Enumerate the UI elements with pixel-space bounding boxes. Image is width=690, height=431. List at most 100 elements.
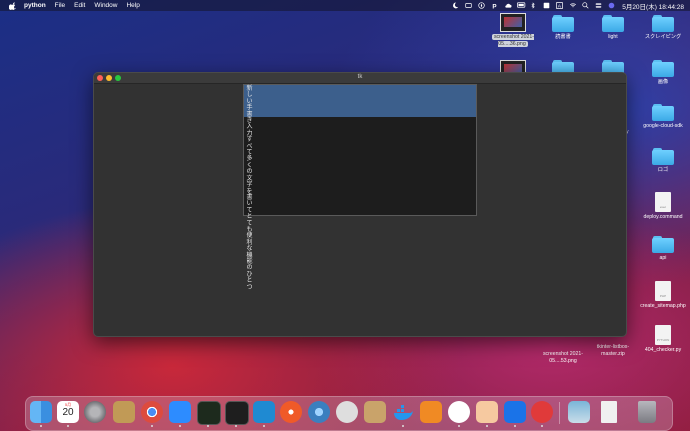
menu-window[interactable]: Window bbox=[94, 2, 117, 9]
desktop-icon-label: light bbox=[608, 34, 618, 40]
dock-separator bbox=[559, 402, 560, 424]
chrome-icon[interactable] bbox=[141, 401, 163, 423]
menu-bar: python File Edit Window Help P A 5月20日(木… bbox=[0, 0, 690, 11]
folder-icon bbox=[602, 15, 624, 32]
desktop-icon-label: api bbox=[659, 255, 667, 261]
listbox-vertical-text: 新しい手書き入力すべて多くの文字を書いてとても便利な機能のひとつ bbox=[246, 86, 253, 291]
desktop-icon-label: screenshot 2021-05....53.png bbox=[542, 351, 584, 364]
git-client-icon[interactable] bbox=[448, 401, 470, 423]
desktop-icon-label: tkinter-listbox-master.zip bbox=[596, 344, 630, 357]
desktop-icon-folder-dokusho[interactable]: 読書書 bbox=[536, 15, 590, 41]
desktop-icon-screenshot-1[interactable]: screenshot 2021-05....36.png bbox=[486, 13, 540, 48]
running-indicator bbox=[486, 425, 488, 427]
image-thumbnail bbox=[500, 13, 526, 32]
vscode-icon[interactable] bbox=[253, 401, 275, 423]
siri-icon[interactable] bbox=[608, 2, 615, 9]
keyboard-icon[interactable] bbox=[543, 2, 550, 9]
desktop-icon-label: 404_checker.py bbox=[644, 347, 682, 353]
terminal-icon[interactable] bbox=[225, 401, 249, 425]
folder-icon bbox=[652, 15, 674, 32]
desktop-icon-folder-logo[interactable]: ロゴ bbox=[636, 148, 690, 174]
folder-icon bbox=[652, 104, 674, 121]
window-title: tk bbox=[357, 74, 363, 80]
a-icon[interactable]: A bbox=[556, 2, 564, 10]
system-preferences-icon[interactable] bbox=[84, 401, 106, 423]
running-indicator bbox=[151, 425, 153, 427]
running-indicator bbox=[402, 425, 404, 427]
python-launcher-icon[interactable] bbox=[476, 401, 498, 423]
desktop-icon-label: screenshot 2021-05....36.png bbox=[491, 34, 535, 47]
moon-icon[interactable] bbox=[452, 2, 459, 9]
running-indicator bbox=[207, 425, 209, 427]
running-indicator bbox=[458, 425, 460, 427]
library-icon[interactable] bbox=[113, 401, 135, 423]
apple-icon[interactable] bbox=[9, 1, 17, 10]
cloud-icon[interactable] bbox=[504, 2, 512, 9]
svg-text:P: P bbox=[493, 3, 497, 9]
running-indicator bbox=[514, 425, 516, 427]
desktop-icon-label: 読書書 bbox=[555, 34, 571, 40]
dock: 5月 20 bbox=[25, 396, 673, 431]
document-icon: exec bbox=[655, 192, 671, 212]
quicktime-icon[interactable] bbox=[308, 401, 330, 423]
menu-help[interactable]: Help bbox=[126, 2, 139, 9]
desktop-icon-folder-gazou[interactable]: 画像 bbox=[636, 60, 690, 86]
running-indicator bbox=[179, 425, 181, 427]
menu-edit[interactable]: Edit bbox=[74, 2, 85, 9]
document-icon: PYTHON bbox=[655, 325, 671, 345]
compass-icon[interactable] bbox=[478, 2, 485, 9]
desktop-icon-label: スクレイピング bbox=[644, 34, 682, 40]
running-indicator bbox=[541, 425, 543, 427]
archive-icon[interactable] bbox=[364, 401, 386, 423]
desktop-icon-deploy-command[interactable]: exec deploy.command bbox=[636, 192, 690, 221]
listbox-selected-row[interactable] bbox=[244, 85, 476, 117]
desktop-icon-label: deploy.command bbox=[643, 214, 683, 220]
desktop-icon-folder-scraping[interactable]: スクレイピング bbox=[636, 15, 690, 41]
desktop-icon-folder-google-cloud-sdk[interactable]: google-cloud-sdk bbox=[636, 104, 690, 130]
bar-icon[interactable] bbox=[465, 2, 472, 9]
finder-icon[interactable] bbox=[30, 401, 52, 423]
folder-icon bbox=[652, 236, 674, 253]
running-indicator bbox=[263, 425, 265, 427]
document-icon[interactable] bbox=[601, 401, 617, 423]
p-icon[interactable]: P bbox=[491, 2, 498, 10]
running-indicator bbox=[40, 425, 42, 427]
running-indicator bbox=[67, 425, 69, 427]
desktop-icon-label: 画像 bbox=[657, 79, 669, 85]
bluetooth-icon[interactable] bbox=[530, 2, 537, 9]
sequel-pro-icon[interactable] bbox=[336, 401, 358, 423]
battery-icon[interactable] bbox=[517, 2, 526, 9]
desktop-icon-folder-api[interactable]: api bbox=[636, 236, 690, 262]
activity-monitor-icon[interactable] bbox=[197, 401, 221, 425]
menu-clock[interactable]: 5月20日(木) 18:44:28 bbox=[622, 1, 684, 11]
listbox[interactable]: 新しい手書き入力すべて多くの文字を書いてとても便利な機能のひとつ bbox=[243, 84, 477, 291]
svg-text:A: A bbox=[558, 4, 562, 9]
folder-icon bbox=[552, 15, 574, 32]
clock-app-icon[interactable] bbox=[531, 401, 553, 423]
safari-icon[interactable] bbox=[280, 401, 302, 423]
search-icon[interactable] bbox=[582, 2, 589, 9]
calendar-icon[interactable]: 5月 20 bbox=[57, 401, 79, 423]
sourcetree-icon[interactable] bbox=[420, 401, 442, 423]
desktop-icon-tkinter-listbox[interactable]: tkinter-listbox-master.zip bbox=[586, 342, 640, 358]
running-indicator bbox=[235, 425, 237, 427]
folder-icon bbox=[652, 148, 674, 165]
desktop-icon-folder-light[interactable]: light bbox=[586, 15, 640, 41]
trash-icon[interactable] bbox=[638, 401, 656, 423]
desktop-icon-label: create_sitemap.php bbox=[640, 303, 686, 309]
menu-app-name[interactable]: python bbox=[24, 2, 46, 9]
menu-file[interactable]: File bbox=[55, 2, 65, 9]
desktop-icon-screenshot-3[interactable]: screenshot 2021-05....53.png bbox=[536, 349, 590, 365]
zoom-icon[interactable] bbox=[169, 401, 191, 423]
preview-icon[interactable] bbox=[568, 401, 590, 423]
desktop-icon-label: google-cloud-sdk bbox=[643, 123, 683, 129]
docker-icon[interactable] bbox=[392, 401, 414, 423]
control-center-icon[interactable] bbox=[595, 2, 602, 9]
folder-icon bbox=[652, 60, 674, 77]
infinity-app-icon[interactable] bbox=[504, 401, 526, 423]
wifi-icon[interactable] bbox=[569, 2, 577, 9]
window-titlebar[interactable]: tk bbox=[94, 73, 626, 84]
desktop-icon-404-checker[interactable]: PYTHON 404_checker.py bbox=[636, 325, 690, 354]
desktop-icon-create-sitemap[interactable]: PHP create_sitemap.php bbox=[636, 281, 690, 310]
tk-window: tk 新しい手書き入力すべて多くの文字を書いてとても便利な機能のひとつ bbox=[93, 72, 627, 337]
